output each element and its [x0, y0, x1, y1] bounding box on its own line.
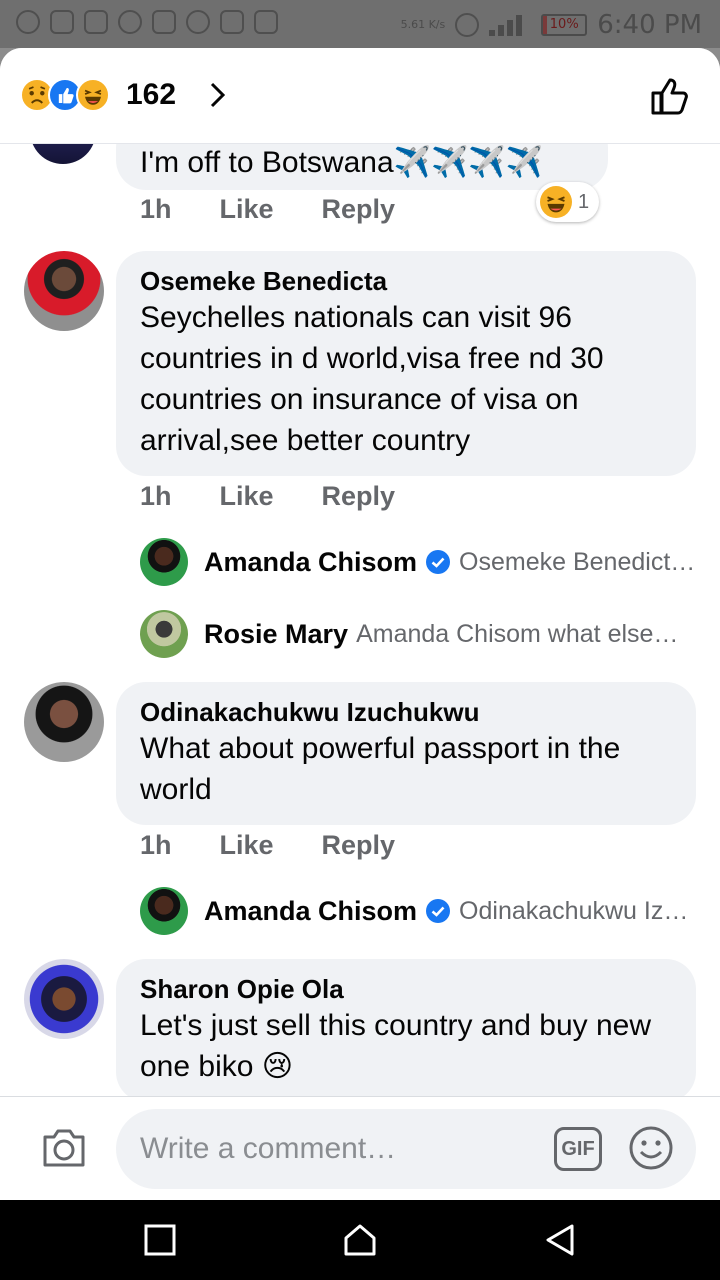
comment-input[interactable] — [140, 1127, 520, 1171]
like-post-button[interactable] — [648, 74, 692, 118]
comment-bubble[interactable]: Sharon Opie Ola Let's just sell this cou… — [116, 959, 696, 1102]
reply-author[interactable]: Amanda Chisom — [204, 547, 417, 578]
messenger-icon — [118, 10, 142, 34]
comment-text: I'm off to Botswana✈️✈️✈️✈️ — [140, 146, 544, 179]
emoji-icon[interactable] — [628, 1125, 674, 1171]
notification-icons — [16, 10, 278, 34]
signal-icon — [489, 14, 531, 36]
comment-actions: 1h Like Reply — [140, 194, 443, 225]
reply-preview[interactable]: Amanda Chisom Odinakachukwu Iz… — [140, 886, 700, 936]
reaction-icons — [20, 78, 110, 112]
reply-preview-text: Osemeke Benedict… — [459, 547, 696, 576]
reply-button[interactable]: Reply — [322, 194, 396, 225]
reply-preview-text: Odinakachukwu Iz… — [459, 896, 689, 925]
clock: 6:40 PM — [597, 10, 702, 40]
comment-input-container[interactable]: GIF — [116, 1109, 696, 1189]
avatar[interactable] — [140, 887, 188, 935]
app-icon — [84, 10, 108, 34]
comment-author[interactable]: Sharon Opie Ola — [140, 973, 672, 1005]
avatar[interactable] — [24, 959, 104, 1039]
like-button[interactable]: Like — [220, 481, 274, 512]
comment-author[interactable]: Osemeke Benedicta — [140, 265, 672, 297]
battery-icon: 10% — [541, 14, 588, 36]
comment-text: Seychelles nationals can visit 96 countr… — [140, 301, 604, 457]
avatar[interactable] — [24, 682, 104, 762]
comment-actions: 1h Like Reply — [140, 481, 443, 512]
recents-button[interactable] — [142, 1222, 178, 1258]
like-button[interactable]: Like — [220, 194, 274, 225]
home-button[interactable] — [342, 1222, 378, 1258]
battery-level: 10% — [549, 17, 579, 32]
chevron-right-icon[interactable] — [202, 80, 232, 110]
comment-actions: 1h Like Reply — [140, 830, 443, 861]
reply-author[interactable]: Amanda Chisom — [204, 896, 417, 927]
x-icon — [220, 10, 244, 34]
message-icon — [50, 10, 74, 34]
like-button[interactable]: Like — [220, 830, 274, 861]
comment-author[interactable]: Odinakachukwu Izuchukwu — [140, 696, 672, 728]
reply-preview-text: Amanda Chisom what else… — [356, 619, 679, 648]
comment-bubble[interactable]: Osemeke Benedicta Seychelles nationals c… — [116, 251, 696, 476]
opera-icon — [16, 10, 40, 34]
status-right: 5.61 K/s 10% 6:40 PM — [401, 10, 702, 40]
camera-icon[interactable] — [40, 1125, 88, 1169]
verified-badge-icon — [426, 899, 451, 923]
back-button[interactable] — [542, 1222, 578, 1258]
reactions-header[interactable]: 162 — [0, 48, 720, 144]
system-nav-bar — [0, 1200, 720, 1280]
instagram-icon — [254, 10, 278, 34]
reaction-count: 162 — [126, 78, 177, 111]
haha-emoji-icon — [540, 186, 572, 218]
avatar[interactable] — [140, 538, 188, 586]
avatar[interactable] — [24, 251, 104, 331]
reply-preview[interactable]: Amanda Chisom Osemeke Benedict… — [140, 537, 700, 587]
reaction-badge[interactable]: 1 — [536, 182, 600, 222]
comment-time: 1h — [140, 830, 172, 860]
reaction-badge-count: 1 — [578, 190, 590, 213]
reply-button[interactable]: Reply — [322, 481, 396, 512]
reply-preview[interactable]: Rosie Mary Amanda Chisom what else… — [140, 609, 700, 659]
comment-bubble[interactable]: Odinakachukwu Izuchukwu What about power… — [116, 682, 696, 825]
comments-sheet: 162 I'm off to Botswana✈️✈️✈️✈️ 1h Like … — [0, 48, 720, 1200]
alarm-icon — [455, 13, 480, 37]
comment-composer: GIF — [0, 1096, 720, 1200]
comment-text: What about powerful passport in the worl… — [140, 732, 621, 806]
network-speed: 5.61 K/s — [400, 18, 446, 31]
reply-button[interactable]: Reply — [322, 830, 396, 861]
verified-badge-icon — [426, 550, 451, 574]
gif-button[interactable]: GIF — [554, 1127, 602, 1171]
chat-icon — [186, 10, 210, 34]
reply-author[interactable]: Rosie Mary — [204, 619, 348, 650]
comment-text: Let's just sell this country and buy new… — [140, 1009, 651, 1083]
image-icon — [152, 10, 176, 34]
status-bar: 5.61 K/s 10% 6:40 PM — [0, 0, 720, 48]
haha-emoji-icon — [76, 78, 110, 112]
comment-time: 1h — [140, 481, 172, 511]
comment-time: 1h — [140, 194, 172, 224]
avatar[interactable] — [140, 610, 188, 658]
